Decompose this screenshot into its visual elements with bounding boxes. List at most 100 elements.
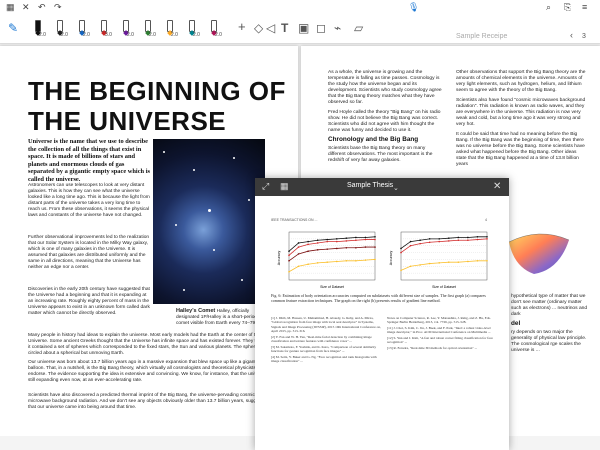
column-right-lower: hypothetical type of matter that we don'… (511, 294, 591, 354)
reference-item: [11] J. Choi, S. Kim, C. Jin, J. Baek, a… (387, 326, 491, 335)
column-right: Other observations that support the Big … (456, 70, 588, 168)
grid-icon[interactable]: ▦ (6, 2, 15, 12)
pen-swatch[interactable]: 2.0 (74, 18, 90, 40)
data-point (467, 260, 469, 263)
data-point (374, 246, 376, 248)
undo-icon[interactable]: ↶ (38, 2, 46, 12)
pen-swatch[interactable]: 2.0 (184, 18, 200, 40)
data-point (438, 238, 441, 240)
data-point (326, 261, 329, 263)
y-axis-label: Accuracy (277, 251, 281, 266)
data-point (316, 262, 319, 264)
pen-swatch[interactable]: 2.0 (118, 18, 134, 40)
y-axis-label: Accuracy (389, 251, 393, 266)
reference-item: [3] M. Sakamoto, F. Yoshida, and K. Kuro… (271, 344, 377, 354)
redo-icon[interactable]: ↷ (54, 2, 62, 12)
pen-swatch[interactable]: 2.0 (140, 18, 156, 40)
paragraph: It could be said that time had no meanin… (456, 132, 585, 167)
data-point (428, 262, 431, 265)
sticky-note-icon[interactable]: ▱ (354, 21, 363, 35)
pen-size-label: 2.0 (39, 32, 46, 38)
shape-tool-icon[interactable]: ◻ (316, 21, 326, 35)
microphone-icon[interactable]: 🎙 (408, 2, 419, 12)
data-point (316, 249, 319, 251)
data-point (316, 239, 319, 242)
data-point (400, 251, 402, 254)
data-point (297, 242, 300, 244)
pen-size-label: 3.0 (105, 32, 112, 38)
close-icon[interactable]: ✕ (22, 2, 30, 12)
paragraph: Scientists base the Big Bang theory on m… (328, 146, 433, 163)
data-point (364, 246, 367, 248)
chevron-left-icon[interactable]: ‹ (570, 30, 573, 40)
pen-icon (35, 20, 41, 36)
thesis-popup-window[interactable]: ⤢ ▦ Sample Thesis ⌄ ✕ IEEE TRANSACTIONS … (255, 178, 509, 450)
data-point (307, 240, 309, 243)
figure-caption: Fig. 6: Estimation of body orientation a… (271, 293, 486, 303)
data-point (419, 264, 421, 266)
data-point (447, 237, 450, 239)
paragraph: Other observations that support the Big … (456, 70, 586, 93)
surface-plot-image (508, 233, 570, 274)
data-point (297, 265, 300, 268)
lead-paragraph: Universe is the name that we use to desc… (28, 138, 150, 183)
reference-item: Notes on Computer Science, R. Lee, Y. Ma… (387, 316, 491, 325)
data-point (447, 240, 450, 242)
page-title: THE BEGINNING OF THE UNIVERSE (28, 76, 286, 136)
paragraph: ry depends on two major the generality o… (511, 330, 587, 353)
close-icon[interactable]: ✕ (493, 181, 501, 192)
data-point (457, 236, 460, 239)
data-point (307, 250, 309, 252)
data-point (467, 239, 469, 242)
data-point (419, 239, 421, 242)
popup-header: ⤢ ▦ Sample Thesis ⌄ ✕ (255, 178, 509, 196)
pen-size-label: 2.0 (149, 32, 156, 38)
data-point (467, 236, 469, 239)
paragraph: Astronomers can use telescopes to look a… (28, 183, 150, 218)
image-tool-icon[interactable]: ▣ (298, 21, 309, 35)
share-icon[interactable]: ⎘ (564, 2, 571, 12)
text-tool-icon[interactable]: T (281, 21, 288, 35)
paper-running-header: IEEE TRANSACTIONS ON ... (271, 218, 318, 222)
reference-item: [13] R. Ferreira, "Real-time 3D methods … (387, 346, 478, 351)
reference-item: [4] M. Seitz, Y. Baker and G. Ng, "Face … (271, 354, 377, 364)
series-line (400, 236, 487, 249)
left-page: THE BEGINNING OF THE UNIVERSE Universe i… (0, 46, 298, 436)
paragraph: Scientists have also discovered a predic… (28, 393, 269, 410)
pen-swatch[interactable]: 2.0 (52, 18, 68, 40)
series-line (288, 246, 375, 262)
caption-title: Halley's Comet (176, 308, 216, 314)
search-icon[interactable]: ⌕ (546, 2, 551, 12)
data-point (288, 254, 290, 257)
collapse-icon[interactable]: ◁ (266, 21, 275, 35)
pen-size-label: 2.0 (127, 32, 134, 38)
data-point (374, 258, 376, 261)
data-point (307, 263, 309, 266)
data-point (364, 259, 367, 261)
data-point (355, 239, 357, 242)
pen-swatch[interactable]: 2.0 (162, 18, 178, 40)
pen-swatch[interactable]: 3.0 (96, 18, 112, 40)
pen-icon (57, 20, 63, 36)
eraser-icon[interactable]: ◇ (254, 21, 263, 35)
galaxy-image (153, 139, 265, 304)
data-point (374, 238, 376, 241)
menu-icon[interactable]: ≡ (582, 2, 587, 12)
data-point (326, 248, 329, 250)
data-point (438, 240, 441, 243)
pen-swatch[interactable]: 2.0 (30, 18, 46, 40)
paragraph: Discoveries in the early 20th century ha… (28, 287, 150, 316)
accuracy-chart-b: Size of Dataset Accuracy (389, 231, 488, 289)
grid-icon[interactable]: ▦ (280, 181, 289, 192)
chevron-down-icon[interactable]: ⌄ (393, 183, 399, 194)
pen-tool-icon[interactable]: ✎ (8, 21, 18, 35)
top-bar: ▦ ✕ ↶ ↷ 🎙 ⌕ ⎘ ≡ (0, 0, 600, 14)
data-point (447, 261, 450, 263)
expand-icon[interactable]: ⤢ (262, 181, 269, 192)
data-point (335, 247, 338, 250)
paragraph: Scientists also have found "cosmic micro… (456, 98, 586, 127)
pen-swatch[interactable]: 2.0 (206, 18, 222, 40)
add-pen-button[interactable]: + (238, 19, 246, 34)
lasso-tool-icon[interactable]: ⌁ (334, 21, 341, 35)
paragraph: As a whole, the universe is growing and … (328, 70, 442, 105)
